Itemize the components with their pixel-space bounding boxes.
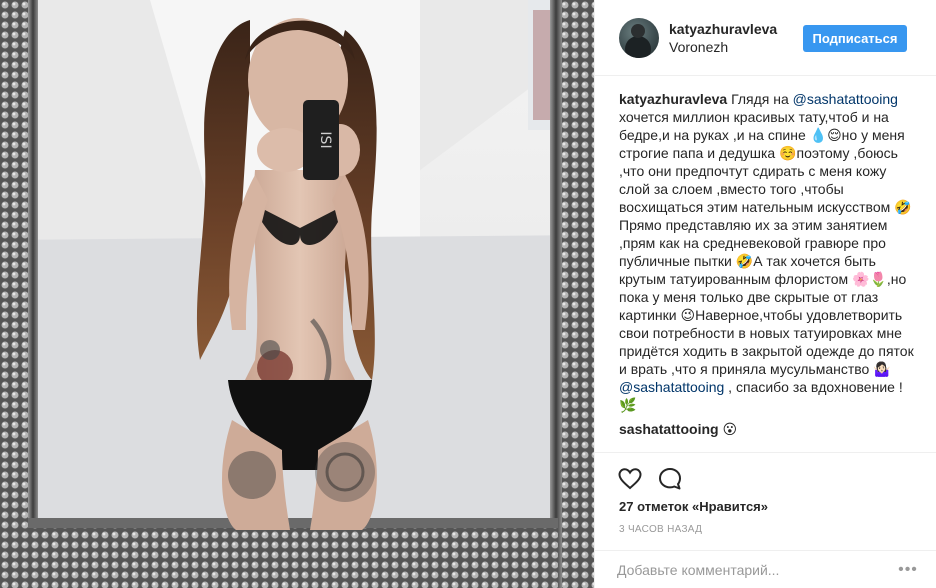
post-photo[interactable]: ISI <box>0 0 594 588</box>
caption-mention-2[interactable]: @sashatattooing <box>619 379 724 395</box>
post-location[interactable]: Voronezh <box>669 39 728 55</box>
svg-text:ISI: ISI <box>317 131 333 148</box>
post-timestamp[interactable]: 3 часов назад <box>619 524 702 535</box>
caption: katyazhuravleva Глядя на @sashatattooing… <box>619 90 919 414</box>
comment-item: sashatattooing 😮 <box>619 420 919 438</box>
comment-icon[interactable] <box>657 466 683 492</box>
author-username[interactable]: katyazhuravleva <box>669 21 777 37</box>
caption-mention-1[interactable]: @sashatattooing <box>793 91 898 107</box>
post-panel: katyazhuravleva Voronezh Подписаться kat… <box>594 0 936 588</box>
comments-list[interactable]: katyazhuravleva Глядя на @sashatattooing… <box>619 90 919 446</box>
caption-text-2: хочется миллион красивых тату,чтоб и на … <box>619 109 914 377</box>
comment-username[interactable]: sashatattooing <box>619 421 719 437</box>
caption-text-1: Глядя на <box>731 91 793 107</box>
caption-username[interactable]: katyazhuravleva <box>619 91 727 107</box>
comment-input[interactable] <box>617 558 887 582</box>
mirror-selfie-image: ISI <box>0 0 594 588</box>
post-actions: 27 отметок «Нравится» 3 часов назад <box>595 452 936 562</box>
comment-text: 😮 <box>718 421 738 437</box>
heart-icon[interactable] <box>617 466 643 492</box>
avatar[interactable] <box>619 18 659 58</box>
more-options-icon[interactable]: ••• <box>895 561 921 579</box>
post-header: katyazhuravleva Voronezh Подписаться <box>595 0 936 76</box>
likes-count[interactable]: 27 отметок «Нравится» <box>619 499 768 514</box>
follow-button[interactable]: Подписаться <box>803 25 907 52</box>
add-comment-bar: ••• <box>595 550 936 588</box>
